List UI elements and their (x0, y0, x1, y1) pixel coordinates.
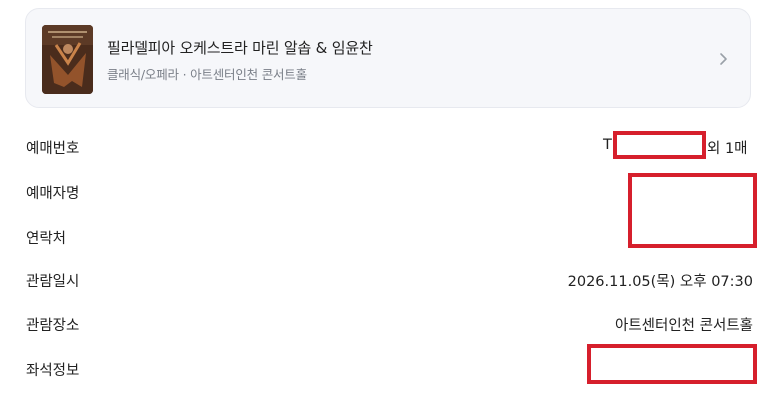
contact-label: 연락처 (26, 231, 67, 247)
venue-value: 아트센터인천 콘서트홀 (614, 318, 753, 334)
reservation-ticket-count: 외 1매 (707, 141, 748, 157)
chevron-right-icon[interactable] (716, 49, 732, 69)
reservation-number-redaction (613, 131, 706, 159)
event-title: 필라델피아 오케스트라 마린 알솝 & 임윤찬 (107, 39, 373, 57)
reservation-number-label: 예매번호 (26, 141, 80, 157)
reservation-number-prefix: T (603, 137, 612, 153)
booker-name-label: 예매자명 (26, 186, 80, 202)
venue-label: 관람장소 (26, 318, 80, 334)
seat-info-redaction (587, 344, 757, 384)
event-category-venue: 클래식/오페라 · 아트센터인천 콘서트홀 (107, 67, 307, 82)
seat-info-label: 좌석정보 (26, 363, 80, 379)
viewing-datetime-label: 관람일시 (26, 274, 80, 290)
event-poster-image (42, 25, 93, 94)
booker-contact-redaction (628, 173, 757, 248)
viewing-datetime-value: 2026.11.05(목) 오후 07:30 (567, 274, 753, 290)
event-card[interactable]: 필라델피아 오케스트라 마린 알솝 & 임윤찬 클래식/오페라 · 아트센터인천… (25, 8, 751, 108)
